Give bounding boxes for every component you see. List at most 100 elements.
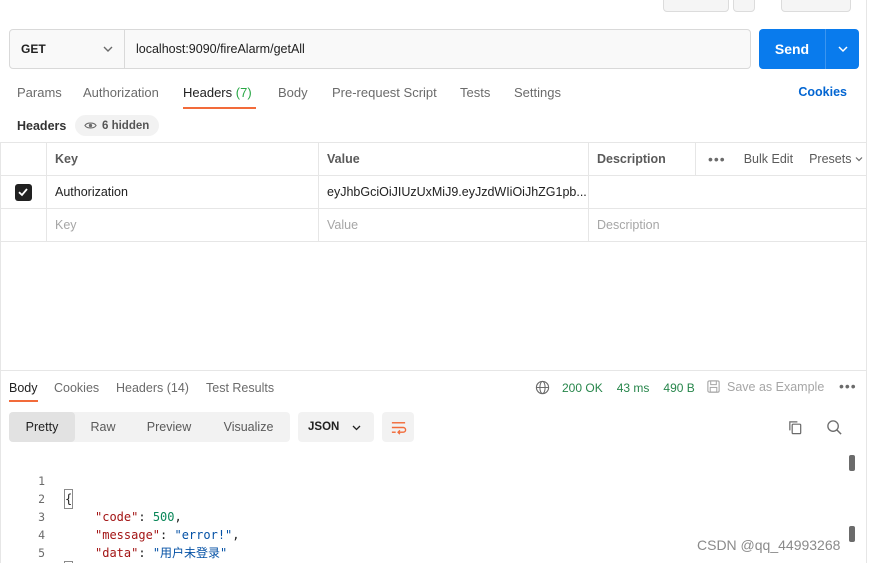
bulk-edit-button[interactable]: Bulk Edit	[744, 152, 793, 166]
headers-section-title: Headers	[17, 119, 67, 133]
header-description-cell[interactable]	[588, 176, 695, 208]
json-value: "用户未登录"	[152, 546, 228, 560]
line-number: 5	[38, 546, 45, 560]
header-key-cell[interactable]: Authorization	[46, 176, 318, 208]
tab-response-body[interactable]: Body	[9, 381, 38, 402]
scrollbar-thumb[interactable]	[849, 455, 855, 471]
url-input[interactable]	[125, 30, 750, 68]
active-tab-indicator	[183, 107, 256, 109]
chevron-down-icon	[856, 157, 863, 162]
table-actions: ••• Bulk Edit Presets	[695, 143, 867, 175]
tab-label: Headers	[183, 85, 233, 100]
status-code[interactable]: 200 OK	[562, 381, 603, 395]
save-icon	[707, 380, 720, 393]
tab-label: Authorization	[83, 85, 159, 100]
code-line: 2 "code": 500,	[0, 472, 850, 524]
hidden-headers-toggle[interactable]: 6 hidden	[75, 115, 159, 136]
tab-test-results[interactable]: Test Results	[206, 381, 274, 395]
json-separator: :	[138, 546, 153, 560]
tab-params[interactable]: Params	[17, 85, 62, 100]
active-tab-indicator	[9, 400, 38, 402]
eye-icon	[84, 122, 97, 129]
more-options-icon[interactable]: •••	[708, 151, 726, 167]
request-tabs: Params Authorization Headers (7) Body Pr…	[0, 80, 882, 110]
code-line: 1 {	[0, 454, 850, 509]
row-checkbox-cell	[0, 209, 46, 241]
chevron-down-icon	[837, 46, 848, 53]
more-options-icon[interactable]: •••	[839, 378, 857, 394]
checkmark-icon	[18, 188, 28, 197]
tab-label: Headers	[116, 381, 164, 395]
method-label: GET	[21, 42, 46, 56]
tab-response-cookies[interactable]: Cookies	[54, 381, 99, 395]
tab-label: Tests	[460, 85, 491, 100]
response-body-editor[interactable]: 1 { 2 "code": 500, 3 "message": "error!"…	[0, 454, 850, 563]
save-as-example-label: Save as Example	[727, 379, 825, 394]
pane-divider[interactable]	[0, 370, 867, 371]
tab-count: (14)	[166, 381, 189, 395]
table-row: Authorization eyJhbGciOiJIUzUxMiJ9.eyJzd…	[0, 176, 867, 209]
tab-label: Pre-request Script	[332, 85, 437, 100]
wrap-lines-icon	[391, 421, 406, 435]
method-select[interactable]: GET	[10, 30, 125, 68]
save-as-example-button[interactable]: Save as Example	[706, 379, 824, 394]
tab-label: Body	[278, 85, 308, 100]
scrollbar-thumb[interactable]	[849, 526, 855, 542]
chevron-down-icon	[352, 425, 361, 430]
panel-border	[866, 0, 867, 563]
new-value-input[interactable]: Value	[318, 209, 588, 241]
search-icon[interactable]	[826, 419, 843, 436]
wrap-lines-button[interactable]	[382, 412, 414, 442]
tab-response-headers[interactable]: Headers (14)	[116, 381, 189, 395]
row-checkbox[interactable]	[14, 183, 32, 201]
send-options-button[interactable]	[826, 29, 859, 69]
header-value-cell[interactable]: eyJhbGciOiJIUzUxMiJ9.eyJzdWIiOiJhZG1pb..…	[318, 176, 588, 208]
tab-label: Params	[17, 85, 62, 100]
headers-table: Key Value Description ••• Bulk Edit Pres…	[0, 142, 867, 242]
tab-authorization[interactable]: Authorization	[83, 85, 159, 100]
tab-settings[interactable]: Settings	[514, 85, 561, 100]
url-bar: GET	[9, 29, 751, 69]
watermark: CSDN @qq_44993268	[697, 537, 841, 553]
tab-label: Body	[9, 381, 38, 395]
row-checkbox-cell	[0, 176, 46, 208]
view-preview-button[interactable]: Preview	[131, 412, 207, 442]
view-visualize-button[interactable]: Visualize	[207, 412, 290, 442]
tab-pre-request-script[interactable]: Pre-request Script	[332, 85, 437, 100]
view-raw-button[interactable]: Raw	[75, 412, 131, 442]
cookies-link[interactable]: Cookies	[798, 85, 847, 99]
tab-body[interactable]: Body	[278, 85, 308, 100]
tab-label: Test Results	[206, 381, 275, 395]
json-key: "data"	[95, 546, 139, 560]
top-toolbar-strip	[0, 0, 882, 20]
view-pretty-button[interactable]: Pretty	[9, 412, 75, 442]
header-cell-select	[0, 143, 46, 175]
top-toolbar-toggle[interactable]	[781, 0, 851, 12]
code-line: 4 "data": "用户未登录"	[0, 508, 850, 560]
response-status: 200 OK 43 ms 490 B	[535, 380, 695, 395]
top-toolbar-button[interactable]	[733, 0, 755, 12]
view-mode-group: Pretty Raw Preview Visualize	[9, 412, 290, 442]
response-size[interactable]: 490 B	[663, 381, 694, 395]
tab-tests[interactable]: Tests	[460, 85, 490, 100]
response-time[interactable]: 43 ms	[617, 381, 650, 395]
send-button-group: Send	[759, 29, 859, 69]
new-description-input[interactable]: Description	[588, 209, 695, 241]
globe-icon[interactable]	[535, 380, 550, 395]
column-header-description: Description	[588, 143, 695, 175]
presets-label: Presets	[809, 152, 852, 166]
top-toolbar-button[interactable]	[663, 0, 729, 12]
tab-label: Cookies	[54, 381, 100, 395]
column-header-key: Key	[46, 143, 318, 175]
table-row-empty: Key Value Description	[0, 209, 867, 242]
tab-headers[interactable]: Headers (7)	[183, 85, 256, 109]
send-button[interactable]: Send	[759, 29, 826, 69]
chevron-down-icon	[103, 46, 113, 52]
column-header-value: Value	[318, 143, 588, 175]
hidden-count-label: 6 hidden	[102, 119, 150, 132]
tab-count: (7)	[235, 85, 252, 100]
new-key-input[interactable]: Key	[46, 209, 318, 241]
format-select[interactable]: JSON	[298, 412, 374, 442]
copy-icon[interactable]	[787, 419, 804, 436]
presets-dropdown[interactable]: Presets	[809, 152, 864, 166]
